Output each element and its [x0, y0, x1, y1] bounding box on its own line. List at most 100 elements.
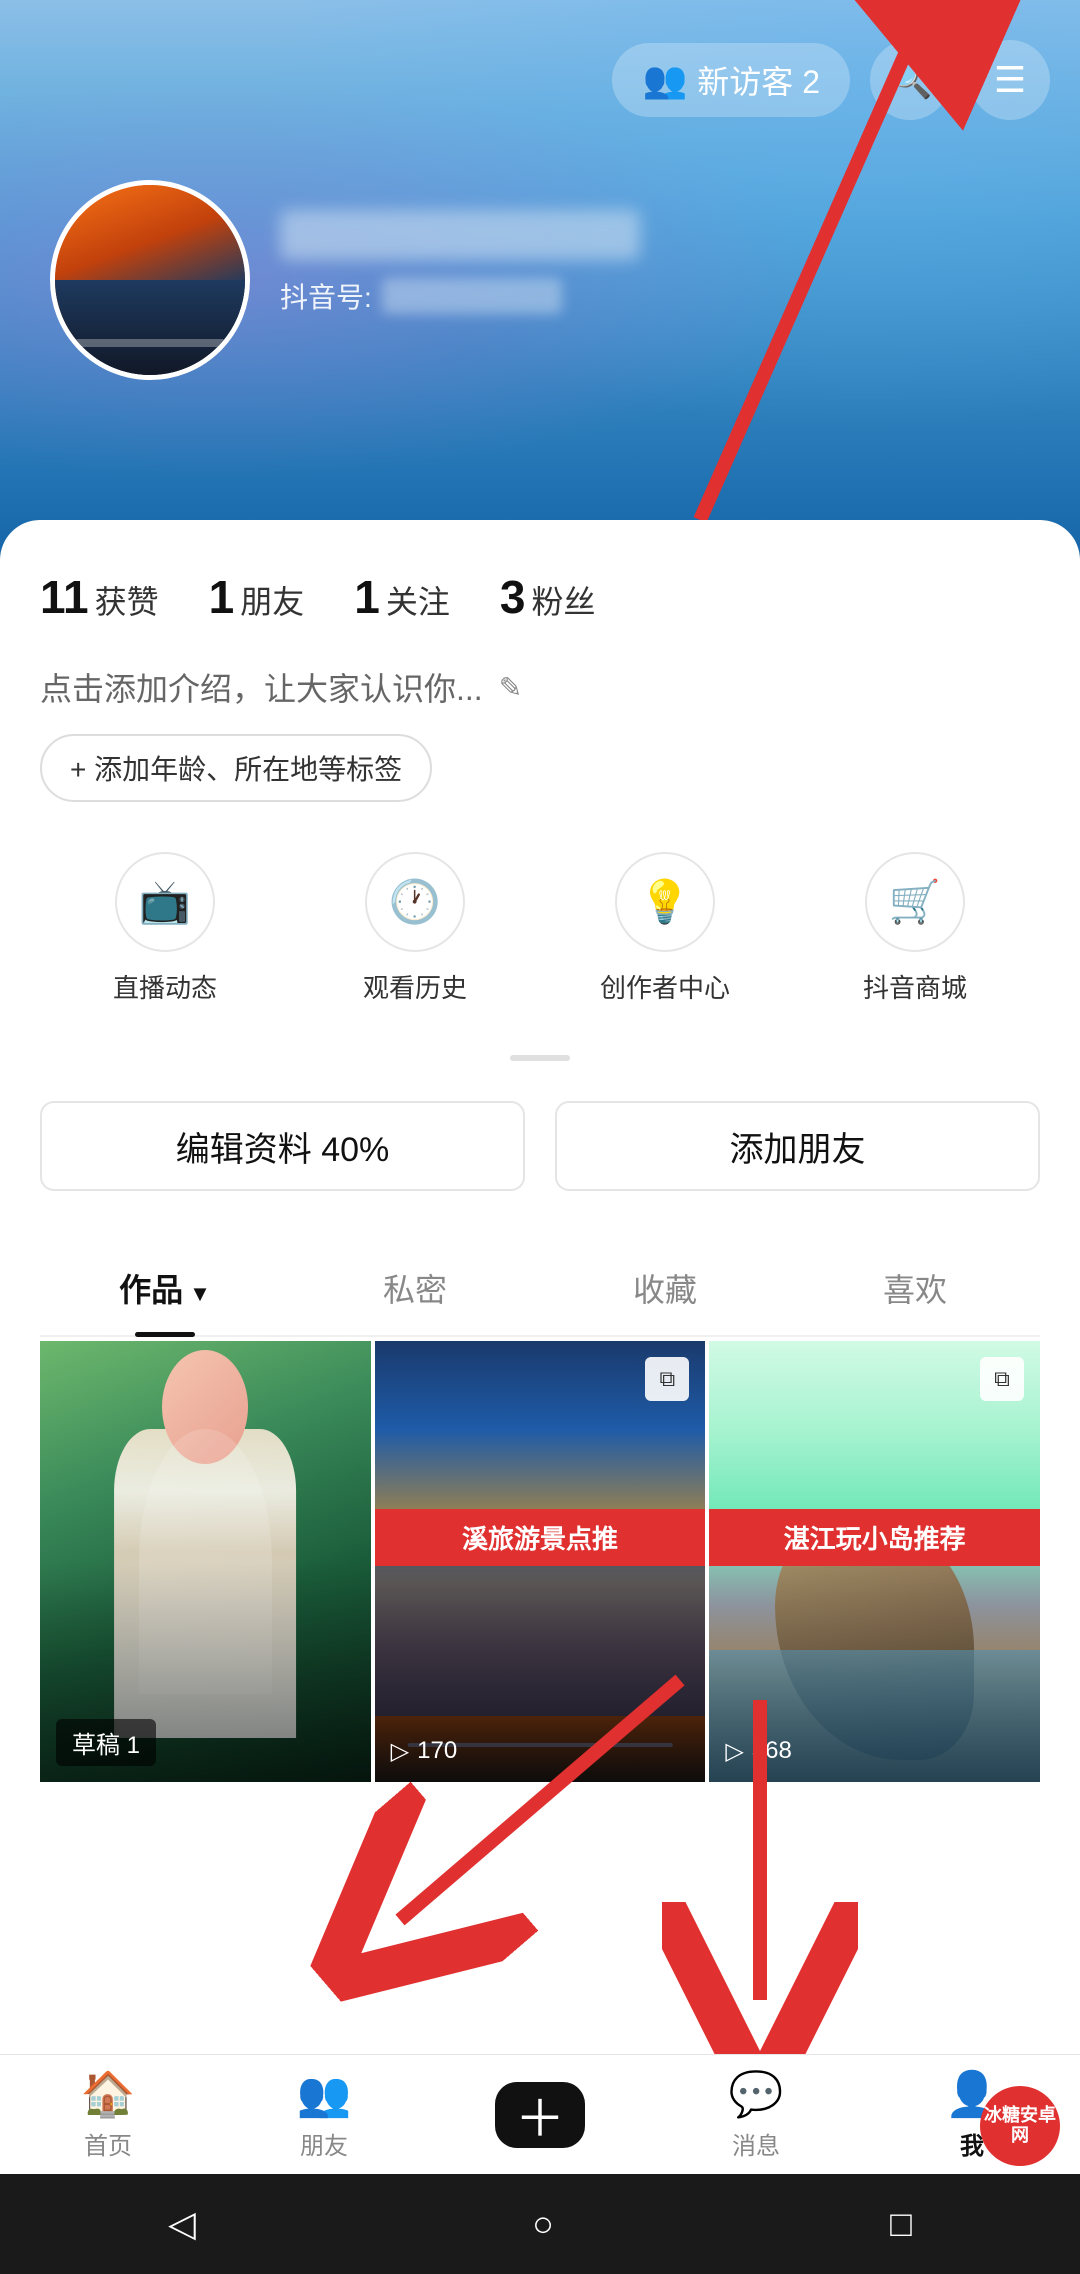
watermark-text: 冰糖安卓网 — [980, 2106, 1060, 2146]
top-bar: 👥 新访客 2 🔍 ☰ — [612, 40, 1050, 120]
hero-section: 👥 新访客 2 🔍 ☰ 抖音号: — [0, 0, 1080, 560]
tab-likes[interactable]: 喜欢 — [790, 1241, 1040, 1335]
creator-icon: 💡 — [639, 878, 691, 927]
tab-likes-label: 喜欢 — [883, 1272, 947, 1308]
search-icon: 🔍 — [888, 59, 933, 101]
tab-favorites-label: 收藏 — [633, 1272, 697, 1308]
history-icon-circle: 🕐 — [365, 852, 465, 952]
red-banner-2: 溪旅游景点推 — [375, 1509, 706, 1566]
quick-live[interactable]: 📺 直播动态 — [40, 852, 290, 1005]
creator-icon-circle: 💡 — [615, 852, 715, 952]
main-card: 11 获赞 1 朋友 1 关注 3 粉丝 点击添加介绍，让大家认识你... ✎ … — [0, 520, 1080, 2180]
followers-count: 3 — [500, 570, 526, 624]
shop-label: 抖音商城 — [863, 968, 967, 1005]
live-label: 直播动态 — [113, 968, 217, 1005]
tab-works-arrow: ▼ — [189, 1281, 211, 1306]
tab-private[interactable]: 私密 — [290, 1241, 540, 1335]
tab-private-label: 私密 — [383, 1272, 447, 1308]
add-tag-button[interactable]: + 添加年龄、所在地等标签 — [40, 734, 432, 802]
live-icon-circle: 📺 — [115, 852, 215, 952]
nav-home[interactable]: 🏠 首页 — [0, 2068, 216, 2161]
quick-icons-row: 📺 直播动态 🕐 观看历史 💡 创作者中心 🛒 抖音商城 — [40, 852, 1040, 1005]
creator-label: 创作者中心 — [600, 968, 730, 1005]
followers-label: 粉丝 — [531, 577, 595, 623]
avatar-image — [55, 185, 245, 375]
android-home-icon: ○ — [532, 2203, 554, 2244]
menu-button[interactable]: ☰ — [970, 40, 1050, 120]
content-grid: 草稿 1 ⧉ 溪旅游景点推 ▷ 170 — [40, 1341, 1040, 1782]
menu-icon: ☰ — [994, 59, 1026, 101]
play-count-2-val: 170 — [417, 1737, 457, 1765]
red-banner-3: 湛江玩小岛推荐 — [709, 1509, 1040, 1566]
draft-badge: 草稿 1 — [56, 1719, 156, 1766]
android-recent-button[interactable]: □ — [890, 2203, 912, 2245]
following-count: 1 — [354, 570, 380, 624]
friends-nav-icon: 👥 — [297, 2068, 352, 2120]
grid-item-1[interactable]: 草稿 1 — [40, 1341, 371, 1782]
new-visitor-button[interactable]: 👥 新访客 2 — [612, 43, 850, 117]
edit-bio-icon: ✎ — [499, 671, 522, 704]
nav-plus[interactable]: ＋ — [432, 2082, 648, 2148]
add-tag-label: + 添加年龄、所在地等标签 — [70, 748, 402, 788]
multi-icon-2: ⧉ — [645, 1357, 689, 1401]
search-button[interactable]: 🔍 — [870, 40, 950, 120]
avatar[interactable] — [50, 180, 250, 380]
likes-label: 获赞 — [95, 577, 159, 623]
shop-icon: 🛒 — [889, 878, 941, 927]
friends-nav-label: 朋友 — [300, 2126, 348, 2161]
username-blurred — [280, 210, 640, 260]
add-friend-label: 添加朋友 — [730, 1122, 866, 1171]
tab-works-label: 作品 — [119, 1272, 183, 1308]
following-label: 关注 — [386, 577, 450, 623]
nav-friends[interactable]: 👥 朋友 — [216, 2068, 432, 2161]
plus-button[interactable]: ＋ — [495, 2082, 585, 2148]
bio-row[interactable]: 点击添加介绍，让大家认识你... ✎ — [40, 664, 1040, 710]
quick-history[interactable]: 🕐 观看历史 — [290, 852, 540, 1005]
visitors-icon: 👥 — [642, 59, 687, 101]
live-icon: 📺 — [139, 878, 191, 927]
multi-icon-3: ⧉ — [980, 1357, 1024, 1401]
messages-label: 消息 — [732, 2126, 780, 2161]
dou-id-row: 抖音号: — [280, 276, 640, 316]
nav-messages[interactable]: 💬 消息 — [648, 2068, 864, 2161]
bottom-nav: 🏠 首页 👥 朋友 ＋ 💬 消息 👤 我 — [0, 2054, 1080, 2174]
watermark: 冰糖安卓网 — [980, 2086, 1060, 2166]
play-count-3: ▷ 368 — [725, 1737, 792, 1766]
stat-followers[interactable]: 3 粉丝 — [500, 570, 596, 624]
history-icon: 🕐 — [389, 878, 441, 927]
home-icon: 🏠 — [81, 2068, 136, 2120]
add-friend-button[interactable]: 添加朋友 — [555, 1101, 1040, 1191]
friends-count: 1 — [209, 570, 235, 624]
android-back-button[interactable]: ◁ — [168, 2203, 196, 2245]
stat-likes[interactable]: 11 获赞 — [40, 570, 159, 624]
bio-text: 点击添加介绍，让大家认识你... — [40, 664, 483, 710]
grid-item-3[interactable]: ⧉ 湛江玩小岛推荐 ▷ 368 — [709, 1341, 1040, 1782]
tabs-row: 作品▼ 私密 收藏 喜欢 — [40, 1241, 1040, 1337]
play-count-3-val: 368 — [752, 1737, 792, 1765]
shop-icon-circle: 🛒 — [865, 852, 965, 952]
stats-row: 11 获赞 1 朋友 1 关注 3 粉丝 — [40, 570, 1040, 624]
quick-creator[interactable]: 💡 创作者中心 — [540, 852, 790, 1005]
play-count-2: ▷ 170 — [391, 1737, 458, 1766]
username-area: 抖音号: — [280, 210, 640, 316]
grid-item-1-overlay — [40, 1341, 371, 1782]
scroll-hint — [510, 1055, 570, 1061]
dou-id-blurred — [382, 278, 562, 314]
dou-id-prefix: 抖音号: — [280, 276, 372, 316]
play-icon-3: ▷ — [725, 1737, 743, 1766]
edit-profile-button[interactable]: 编辑资料 40% — [40, 1101, 525, 1191]
edit-profile-label: 编辑资料 40% — [176, 1122, 390, 1171]
grid-item-2[interactable]: ⧉ 溪旅游景点推 ▷ 170 — [375, 1341, 706, 1782]
plus-icon: ＋ — [515, 2079, 565, 2151]
stat-following[interactable]: 1 关注 — [354, 570, 450, 624]
back-icon: ◁ — [168, 2203, 196, 2244]
android-home-button[interactable]: ○ — [532, 2203, 554, 2245]
stat-friends[interactable]: 1 朋友 — [209, 570, 305, 624]
friends-label: 朋友 — [240, 577, 304, 623]
tab-works[interactable]: 作品▼ — [40, 1241, 290, 1335]
action-buttons: 编辑资料 40% 添加朋友 — [40, 1101, 1040, 1191]
tab-favorites[interactable]: 收藏 — [540, 1241, 790, 1335]
play-icon-2: ▷ — [391, 1737, 409, 1766]
history-label: 观看历史 — [363, 968, 467, 1005]
quick-shop[interactable]: 🛒 抖音商城 — [790, 852, 1040, 1005]
